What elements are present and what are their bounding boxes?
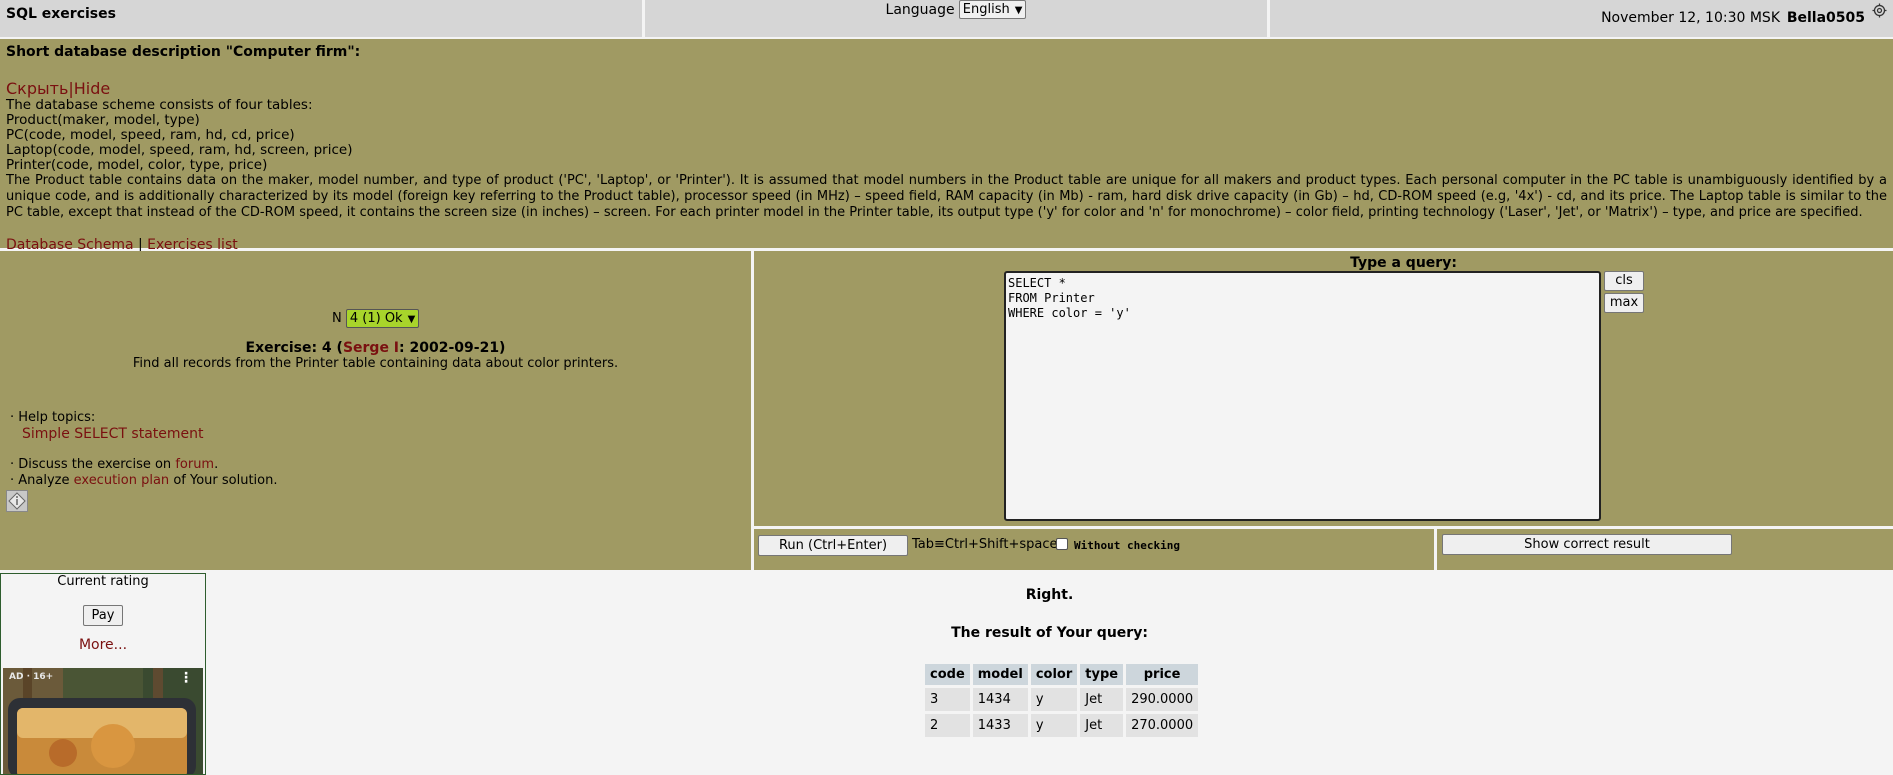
exercise-panel: N 4 (1) Ok ▼ Exercise: 4 (Serge I: 2002-0… (0, 251, 751, 570)
table-cell: y (1030, 688, 1078, 711)
help-topics-label: · Help topics: (10, 410, 96, 425)
username-link[interactable]: Bella0505 (1787, 10, 1865, 26)
more-link[interactable]: More... (79, 637, 127, 653)
table-cell: 290.0000 (1126, 688, 1199, 711)
table-header-row: code model color type price (925, 664, 1199, 685)
query-panel: Type a query: SELECT * FROM Printer WHER… (754, 251, 1893, 526)
diamond-info-icon (8, 492, 26, 510)
exercise-selector-row: N 4 (1) Ok ▼ (332, 309, 420, 328)
chevron-down-icon: ▼ (1014, 5, 1023, 16)
table-cell: 1433 (972, 714, 1028, 737)
table-cell: 1434 (972, 688, 1028, 711)
help-topics: · Help topics: Simple SELECT statement (10, 410, 204, 442)
discuss-line: · Discuss the exercise on forum. (10, 457, 277, 473)
advertisement-image[interactable]: AD · 16+ ⋮ (3, 668, 203, 774)
discuss-suffix: . (214, 457, 219, 472)
hide-toggle: Скрыть|Hide (6, 79, 1887, 98)
show-correct-result-button[interactable]: Show correct result (1442, 534, 1732, 555)
table-row: 2 1433 y Jet 270.0000 (925, 714, 1199, 737)
exercise-text: Find all records from the Printer table … (132, 356, 619, 371)
language-select[interactable]: English ▼ (958, 0, 1027, 19)
table-cell: 270.0000 (1126, 714, 1199, 737)
result-status: Right. (1025, 587, 1074, 603)
ad-picture (3, 668, 203, 774)
exercise-select[interactable]: 4 (1) Ok ▼ (345, 309, 420, 328)
discussion-links: · Discuss the exercise on forum. · Analy… (10, 457, 277, 489)
discuss-prefix: · Discuss the exercise on (10, 457, 176, 472)
table-row: 3 1434 y Jet 290.0000 (925, 688, 1199, 711)
table-product: Product(maker, model, type) (6, 112, 200, 128)
exercise-number-label: N (332, 311, 342, 326)
column-header: type (1080, 664, 1124, 685)
database-description: Short database description "Computer fir… (0, 39, 1893, 253)
current-rating-label: Current rating (57, 574, 149, 589)
top-bar: SQL exercises Language English ▼ November… (0, 0, 1893, 37)
help-topic-link[interactable]: Simple SELECT statement (22, 426, 204, 442)
query-textarea[interactable]: SELECT * FROM Printer WHERE color = 'y' (1004, 271, 1601, 521)
pay-button[interactable]: Pay (83, 605, 123, 626)
description-paragraph: The Product table contains data on the m… (6, 173, 1887, 220)
analyze-suffix: of Your solution. (169, 473, 278, 488)
run-button[interactable]: Run (Ctrl+Enter) (758, 535, 908, 556)
hide-link-en[interactable]: Hide (74, 79, 110, 98)
without-checking-checkbox[interactable] (1056, 538, 1068, 550)
rating-sidebar: Current rating Pay More... AD · 16+ ⋮ (0, 573, 206, 775)
more-options-icon[interactable]: ⋮ (179, 670, 193, 686)
forum-link[interactable]: forum (175, 457, 214, 472)
author-link[interactable]: Serge I (343, 340, 399, 356)
ad-label: AD · 16+ (9, 672, 54, 682)
clear-button[interactable]: cls (1604, 271, 1644, 291)
description-title: Short database description "Computer fir… (6, 44, 361, 60)
table-laptop: Laptop(code, model, speed, ram, hd, scre… (6, 142, 353, 158)
exercise-title-prefix: Exercise: 4 ( (245, 340, 343, 356)
table-cell: 2 (925, 714, 970, 737)
exercise-select-value: 4 (1) Ok (349, 311, 403, 326)
column-header: model (972, 664, 1028, 685)
query-label: Type a query: (1350, 255, 1457, 271)
exercise-title-suffix: : 2002-09-21) (399, 340, 506, 356)
maximize-button[interactable]: max (1604, 293, 1644, 313)
analyze-line: · Analyze execution plan of Your solutio… (10, 473, 277, 489)
table-cell: 3 (925, 688, 970, 711)
table-printer: Printer(code, model, color, type, price) (6, 157, 268, 173)
column-header: color (1030, 664, 1078, 685)
hide-link-ru[interactable]: Скрыть (6, 79, 68, 98)
user-section: November 12, 10:30 MSK Bella0505 (1270, 0, 1893, 37)
chevron-down-icon: ▼ (407, 314, 416, 325)
tab-hint: Tab≡Ctrl+Shift+space (912, 537, 1058, 552)
column-header: price (1126, 664, 1199, 685)
info-button[interactable] (6, 490, 28, 512)
analyze-prefix: · Analyze (10, 473, 74, 488)
table-cell: y (1030, 714, 1078, 737)
datetime: November 12, 10:30 MSK (1601, 10, 1780, 26)
table-cell: Jet (1080, 714, 1124, 737)
result-title: The result of Your query: (951, 625, 1148, 641)
language-section: Language English ▼ (645, 0, 1267, 37)
execution-plan-link[interactable]: execution plan (74, 473, 170, 488)
column-header: code (925, 664, 970, 685)
schema-intro: The database scheme consists of four tab… (6, 97, 313, 113)
settings-icon[interactable] (1872, 3, 1887, 18)
result-table: code model color type price 3 1434 y Jet… (922, 661, 1201, 740)
language-label: Language (885, 2, 955, 18)
show-result-bar: Show correct result (1437, 529, 1893, 570)
run-bar: Run (Ctrl+Enter) Tab≡Ctrl+Shift+space Wi… (754, 529, 1434, 570)
table-pc: PC(code, model, speed, ram, hd, cd, pric… (6, 127, 295, 143)
exercise-title: Exercise: 4 (Serge I: 2002-09-21) (0, 340, 751, 356)
language-select-value: English (962, 2, 1010, 17)
table-cell: Jet (1080, 688, 1124, 711)
without-checking-label: Without checking (1074, 539, 1180, 552)
app-title: SQL exercises (0, 0, 642, 37)
